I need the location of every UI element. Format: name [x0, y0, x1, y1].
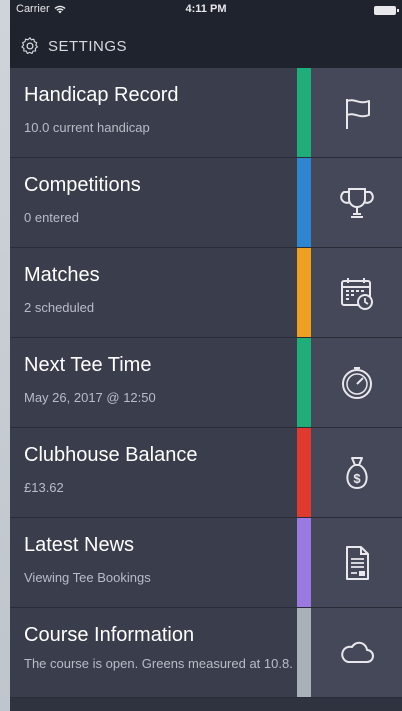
row-next-tee-time[interactable]: Next Tee Time May 26, 2017 @ 12:50 [10, 338, 402, 428]
color-bar [297, 428, 311, 517]
color-bar [297, 158, 311, 247]
stopwatch-icon [341, 366, 372, 399]
nav-bar: SETTINGS [10, 20, 402, 68]
svg-text:$: $ [353, 471, 361, 486]
money-bag-icon: $ [345, 456, 368, 489]
row-subtitle: 0 entered [24, 210, 79, 225]
color-bar [297, 608, 311, 697]
row-clubhouse-balance[interactable]: Clubhouse Balance £13.62 $ [10, 428, 402, 518]
trophy-icon [339, 187, 374, 218]
color-bar [297, 248, 311, 337]
icon-cell [311, 338, 402, 427]
cloud-icon [340, 641, 374, 663]
icon-cell [311, 248, 402, 337]
row-label: Clubhouse Balance [24, 444, 198, 466]
icon-cell [311, 518, 402, 607]
icon-cell: $ [311, 428, 402, 517]
page-title: SETTINGS [48, 38, 128, 55]
icon-cell [311, 608, 402, 697]
battery-icon [374, 6, 399, 15]
row-label: Competitions [24, 174, 141, 196]
row-label: Next Tee Time [24, 354, 152, 376]
color-bar [297, 338, 311, 427]
row-subtitle: £13.62 [24, 480, 64, 495]
row-subtitle: May 26, 2017 @ 12:50 [24, 390, 156, 405]
row-handicap-record[interactable]: Handicap Record 10.0 current handicap [10, 68, 402, 158]
row-label: Matches [24, 264, 100, 286]
row-label: Latest News [24, 534, 135, 556]
phone-screen: Carrier 4:11 PM SETTINGS Handicap Record… [10, 0, 402, 711]
row-subtitle: The course is open. Greens measured at 1… [24, 656, 293, 671]
icon-cell [311, 158, 402, 247]
status-time: 4:11 PM [185, 3, 227, 15]
icon-cell [311, 68, 402, 157]
row-subtitle: 10.0 current handicap [24, 120, 150, 135]
row-matches[interactable]: Matches 2 scheduled [10, 248, 402, 338]
settings-list: Handicap Record 10.0 current handicap Co… [10, 68, 402, 698]
row-course-information[interactable]: Course Information The course is open. G… [10, 608, 402, 698]
flag-icon [345, 98, 370, 129]
gear-icon[interactable] [20, 36, 40, 56]
row-subtitle: Viewing Tee Bookings [24, 570, 151, 585]
row-label: Course Information [24, 624, 195, 646]
status-bar: Carrier 4:11 PM [10, 0, 402, 20]
row-latest-news[interactable]: Latest News Viewing Tee Bookings [10, 518, 402, 608]
row-subtitle: 2 scheduled [24, 300, 95, 315]
row-competitions[interactable]: Competitions 0 entered [10, 158, 402, 248]
document-icon [345, 545, 369, 580]
color-bar [297, 68, 311, 157]
row-label: Handicap Record [24, 84, 179, 106]
calendar-clock-icon [340, 277, 373, 310]
color-bar [297, 518, 311, 607]
